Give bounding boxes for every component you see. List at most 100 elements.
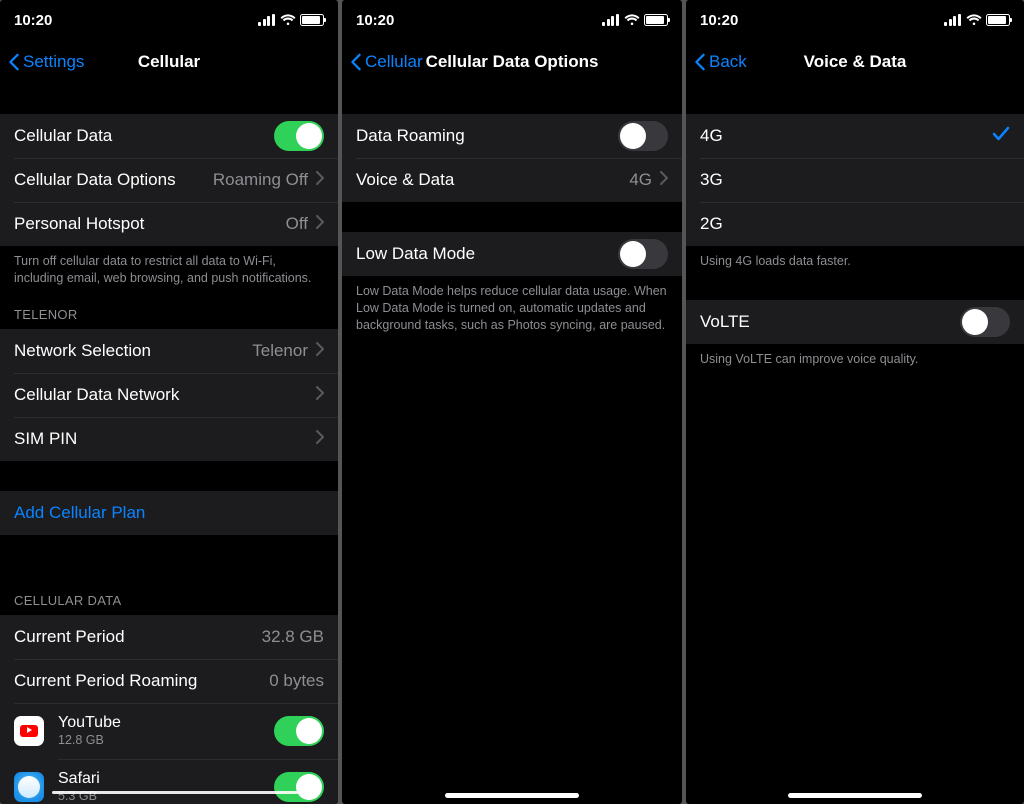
- section-footer: Low Data Mode helps reduce cellular data…: [342, 276, 682, 334]
- safari-icon: [14, 772, 44, 802]
- current-roaming-row: Current Period Roaming 0 bytes: [0, 659, 338, 703]
- nav-bar: Back Voice & Data: [686, 40, 1024, 84]
- back-label: Settings: [23, 52, 84, 72]
- chevron-right-icon: [316, 385, 324, 405]
- wifi-icon: [624, 14, 640, 26]
- row-label: Cellular Data Options: [14, 170, 176, 190]
- chevron-left-icon: [694, 53, 706, 71]
- option-label: 2G: [700, 214, 723, 234]
- back-button[interactable]: Back: [690, 48, 751, 76]
- chevron-right-icon: [316, 170, 324, 190]
- section-header: CELLULAR DATA: [0, 593, 338, 615]
- row-label: Current Period: [14, 627, 125, 647]
- row-label: Voice & Data: [356, 170, 454, 190]
- back-button[interactable]: Settings: [4, 48, 88, 76]
- volte-toggle[interactable]: [960, 307, 1010, 337]
- screen-cellular-options: 10:20 Cellular Cellular Data Options Dat…: [342, 0, 682, 804]
- status-time: 10:20: [14, 12, 52, 29]
- sim-pin-row[interactable]: SIM PIN: [0, 417, 338, 461]
- youtube-icon: [14, 716, 44, 746]
- option-4g[interactable]: 4G: [686, 114, 1024, 158]
- status-bar: 10:20: [686, 0, 1024, 40]
- network-selection-row[interactable]: Network Selection Telenor: [0, 329, 338, 373]
- status-bar: 10:20: [342, 0, 682, 40]
- app-name: Safari: [58, 770, 100, 788]
- screen-voice-data: 10:20 Back Voice & Data 4G 3G: [686, 0, 1024, 804]
- volte-row[interactable]: VoLTE: [686, 300, 1024, 344]
- signal-icon: [944, 14, 962, 26]
- section-footer: Using 4G loads data faster.: [686, 246, 1024, 270]
- chevron-right-icon: [316, 429, 324, 449]
- wifi-icon: [280, 14, 296, 26]
- row-label: SIM PIN: [14, 429, 77, 449]
- add-cellular-plan-row[interactable]: Add Cellular Plan: [0, 491, 338, 535]
- add-plan-label: Add Cellular Plan: [14, 503, 145, 523]
- status-icons: [944, 14, 1010, 26]
- app-usage-safari[interactable]: Safari 5.3 GB: [0, 759, 338, 804]
- row-value: Telenor: [252, 341, 308, 361]
- row-value: Off: [286, 214, 308, 234]
- chevron-right-icon: [316, 214, 324, 234]
- status-time: 10:20: [356, 12, 394, 29]
- scroll-indicator[interactable]: [52, 791, 298, 794]
- option-3g[interactable]: 3G: [686, 158, 1024, 202]
- option-2g[interactable]: 2G: [686, 202, 1024, 246]
- option-label: 4G: [700, 126, 723, 146]
- chevron-left-icon: [350, 53, 362, 71]
- battery-icon: [300, 14, 324, 26]
- row-label: VoLTE: [700, 312, 750, 332]
- battery-icon: [644, 14, 668, 26]
- data-roaming-row[interactable]: Data Roaming: [342, 114, 682, 158]
- cellular-data-network-row[interactable]: Cellular Data Network: [0, 373, 338, 417]
- chevron-right-icon: [316, 341, 324, 361]
- signal-icon: [602, 14, 620, 26]
- row-label: Low Data Mode: [356, 244, 475, 264]
- chevron-left-icon: [8, 53, 20, 71]
- row-value: 4G: [629, 170, 652, 190]
- back-label: Back: [709, 52, 747, 72]
- cellular-data-toggle[interactable]: [274, 121, 324, 151]
- section-header: TELENOR: [0, 307, 338, 329]
- back-label: Cellular: [365, 52, 423, 72]
- row-label: Cellular Data Network: [14, 385, 179, 405]
- checkmark-icon: [992, 126, 1010, 147]
- app-usage-youtube[interactable]: YouTube 12.8 GB: [0, 703, 338, 759]
- chevron-right-icon: [660, 170, 668, 190]
- screen-cellular: 10:20 Settings Cellular Cellular Data Ce…: [0, 0, 338, 804]
- low-data-mode-row[interactable]: Low Data Mode: [342, 232, 682, 276]
- app-toggle[interactable]: [274, 716, 324, 746]
- home-indicator[interactable]: [445, 793, 579, 798]
- status-time: 10:20: [700, 12, 738, 29]
- row-value: 0 bytes: [269, 671, 324, 691]
- back-button[interactable]: Cellular: [346, 48, 427, 76]
- row-value: 32.8 GB: [262, 627, 324, 647]
- wifi-icon: [966, 14, 982, 26]
- app-toggle[interactable]: [274, 772, 324, 802]
- option-label: 3G: [700, 170, 723, 190]
- voice-data-row[interactable]: Voice & Data 4G: [342, 158, 682, 202]
- row-label: Data Roaming: [356, 126, 465, 146]
- row-label: Network Selection: [14, 341, 151, 361]
- app-name: YouTube: [58, 714, 121, 732]
- cellular-data-row[interactable]: Cellular Data: [0, 114, 338, 158]
- section-footer: Using VoLTE can improve voice quality.: [686, 344, 1024, 368]
- app-usage: 12.8 GB: [58, 733, 121, 747]
- nav-title: Cellular Data Options: [426, 52, 599, 72]
- row-label: Current Period Roaming: [14, 671, 197, 691]
- row-label: Personal Hotspot: [14, 214, 144, 234]
- home-indicator[interactable]: [788, 793, 922, 798]
- current-period-row: Current Period 32.8 GB: [0, 615, 338, 659]
- nav-title: Voice & Data: [804, 52, 907, 72]
- low-data-toggle[interactable]: [618, 239, 668, 269]
- status-icons: [602, 14, 668, 26]
- personal-hotspot-row[interactable]: Personal Hotspot Off: [0, 202, 338, 246]
- status-bar: 10:20: [0, 0, 338, 40]
- signal-icon: [258, 14, 276, 26]
- nav-bar: Cellular Cellular Data Options: [342, 40, 682, 84]
- data-roaming-toggle[interactable]: [618, 121, 668, 151]
- cellular-options-row[interactable]: Cellular Data Options Roaming Off: [0, 158, 338, 202]
- battery-icon: [986, 14, 1010, 26]
- row-value: Roaming Off: [213, 170, 308, 190]
- status-icons: [258, 14, 324, 26]
- section-footer: Turn off cellular data to restrict all d…: [0, 246, 338, 287]
